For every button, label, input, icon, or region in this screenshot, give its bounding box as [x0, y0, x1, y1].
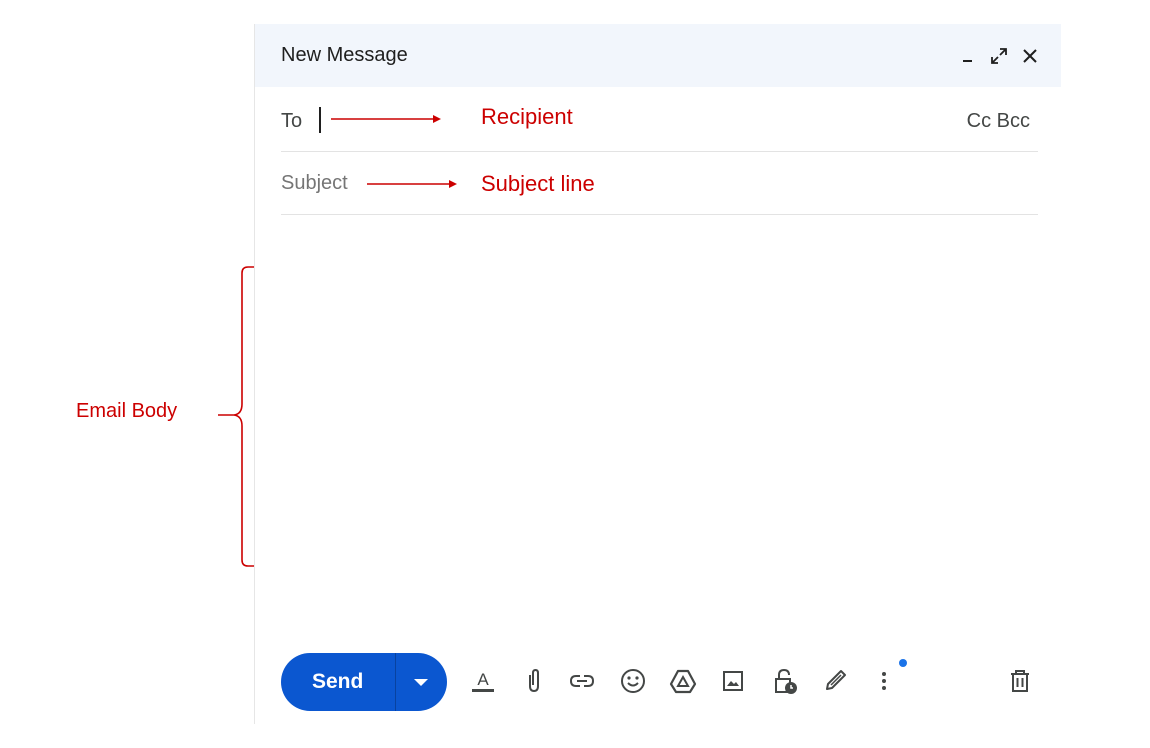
delete-trash-icon[interactable] — [1006, 667, 1034, 695]
emoji-icon[interactable] — [619, 667, 647, 695]
drive-icon[interactable] — [669, 667, 697, 695]
annotation-subject-line: Subject line — [481, 171, 595, 196]
send-label: Send — [312, 670, 364, 693]
email-body-area[interactable] — [281, 216, 1038, 636]
cc-bcc-link[interactable]: Cc Bcc — [967, 110, 1030, 133]
notification-dot — [899, 659, 907, 667]
svg-text:A: A — [477, 670, 489, 689]
text-cursor — [319, 107, 321, 133]
compose-header: New Message — [255, 24, 1061, 87]
subject-arrow — [367, 180, 457, 188]
close-icon[interactable] — [1020, 46, 1040, 66]
text-format-icon[interactable]: A — [469, 667, 497, 695]
minimize-icon[interactable] — [959, 46, 979, 66]
compose-window: New Message To Cc Bcc Subject Recipient — [254, 24, 1061, 724]
annotation-recipient: Recipient — [481, 104, 573, 129]
subject-placeholder: Subject — [281, 172, 348, 194]
attach-icon[interactable] — [520, 667, 548, 695]
annotation-email-body: Email Body — [76, 400, 178, 422]
chevron-down-icon — [414, 679, 428, 686]
more-options-icon[interactable] — [873, 667, 901, 695]
confidential-lock-icon[interactable] — [771, 667, 799, 695]
send-button[interactable]: Send — [281, 653, 447, 711]
to-label: To — [281, 110, 303, 132]
send-options-dropdown[interactable] — [396, 653, 447, 711]
compose-toolbar: Send A — [281, 652, 1041, 712]
recipient-arrow — [331, 115, 441, 123]
compose-title: New Message — [281, 44, 408, 66]
link-icon[interactable] — [568, 667, 596, 695]
signature-pen-icon[interactable] — [821, 667, 849, 695]
photo-icon[interactable] — [719, 667, 747, 695]
expand-icon[interactable] — [989, 46, 1009, 66]
